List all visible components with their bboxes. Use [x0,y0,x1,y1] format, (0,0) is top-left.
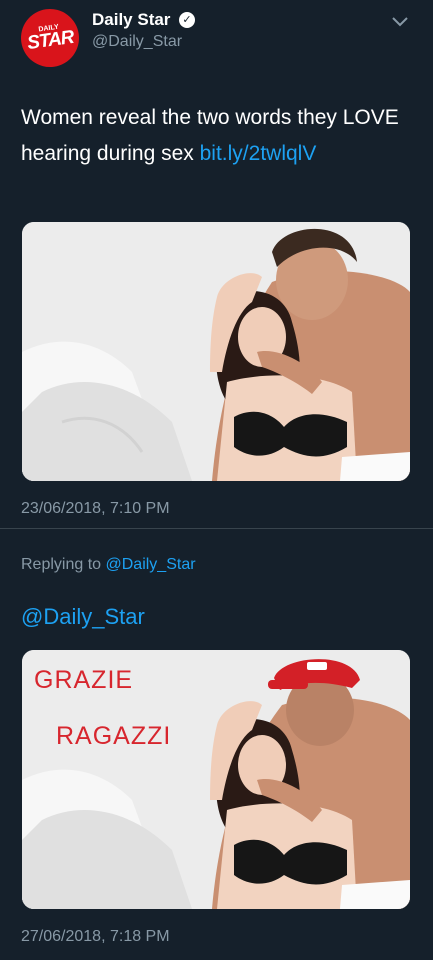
tweet-header: DAILY STAR Daily Star ✓ @Daily_Star [0,0,433,80]
photo-illustration [22,222,410,481]
replying-to-line: Replying to @Daily_Star [21,556,196,574]
chevron-down-icon[interactable] [389,10,411,32]
divider [0,528,433,529]
tweet-link[interactable]: bit.ly/2twlqlV [200,142,317,165]
tweet-timestamp: 23/06/2018, 7:10 PM [21,500,170,517]
avatar-logo-big: STAR [25,26,75,54]
reply-timestamp: 27/06/2018, 7:18 PM [21,928,170,945]
display-name[interactable]: Daily Star [92,10,170,30]
user-handle[interactable]: @Daily_Star [92,33,182,51]
reply-text-mention[interactable]: @Daily_Star [21,604,145,630]
replying-prefix: Replying to [21,556,106,573]
verified-badge-icon: ✓ [179,12,195,28]
tweet-photo[interactable] [22,222,410,481]
overlay-text-grazie: GRAZIE [34,666,134,694]
tweet-text: Women reveal the two words they LOVE hea… [21,100,416,172]
overlay-text-ragazzi: RAGAZZI [56,722,172,750]
replying-to-mention[interactable]: @Daily_Star [106,556,196,573]
reply-photo[interactable]: GRAZIE RAGAZZI [22,650,410,909]
avatar[interactable]: DAILY STAR [17,5,83,71]
